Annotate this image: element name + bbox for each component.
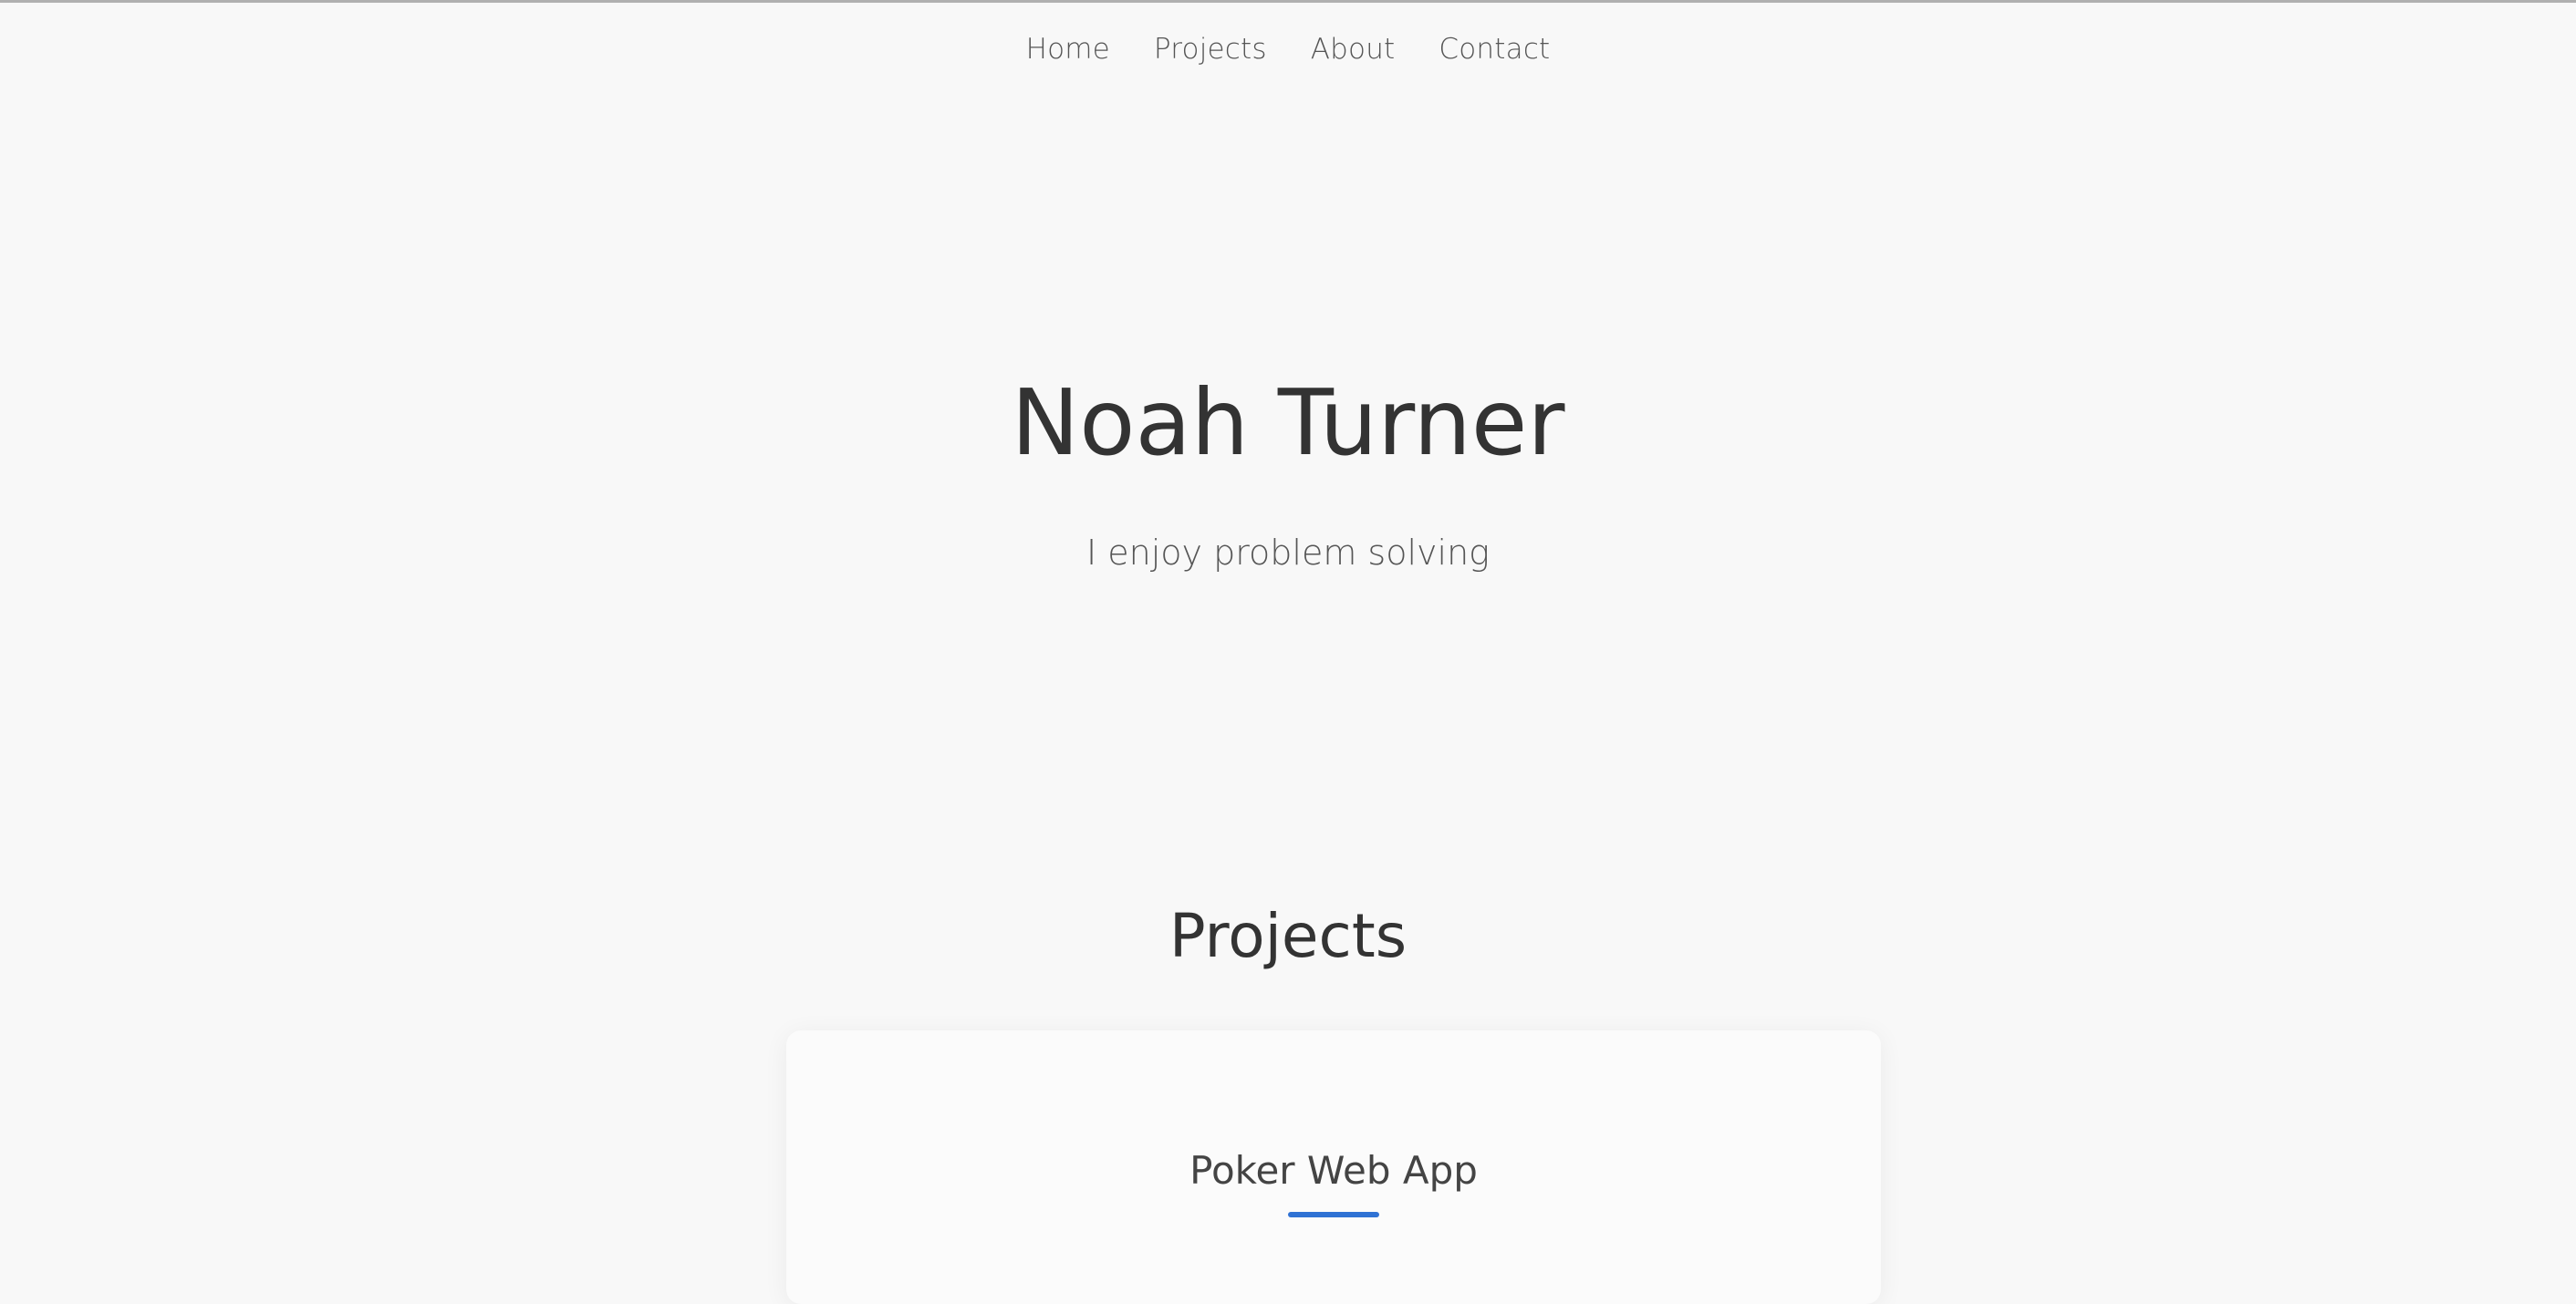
project-card-underline xyxy=(1288,1212,1379,1217)
nav-link-projects[interactable]: Projects xyxy=(1154,29,1267,69)
projects-heading: Projects xyxy=(1169,901,1407,971)
main-nav: Home Projects About Contact xyxy=(0,29,2576,69)
hero-title: Noah Turner xyxy=(1011,369,1565,476)
nav-link-about[interactable]: About xyxy=(1311,29,1396,69)
project-card: Poker Web App xyxy=(786,1030,1881,1304)
nav-link-contact[interactable]: Contact xyxy=(1439,29,1550,69)
top-border xyxy=(0,0,2576,3)
hero-subtitle: I enjoy problem solving xyxy=(1086,533,1490,573)
nav-link-home[interactable]: Home xyxy=(1026,29,1110,69)
project-card-title: Poker Web App xyxy=(1189,1148,1478,1193)
